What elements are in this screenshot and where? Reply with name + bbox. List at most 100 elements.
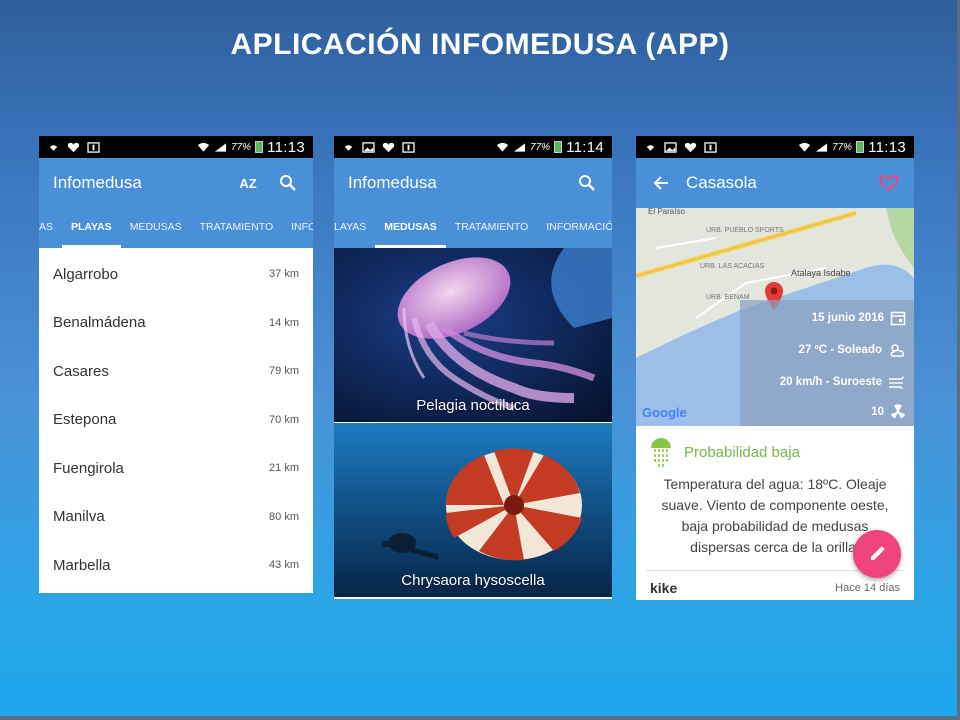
tab-playas[interactable]: LAYAS bbox=[334, 208, 375, 248]
wind-row: 20 km/h - Suroeste bbox=[780, 374, 906, 390]
probability-header: Probabilidad baja bbox=[636, 426, 914, 470]
battery-percent: 77% bbox=[832, 141, 853, 153]
beach-distance: 43 km bbox=[269, 559, 299, 572]
image-icon bbox=[362, 141, 375, 153]
weather-row: 27 ºC - Soleado bbox=[799, 342, 906, 358]
beach-distance: 21 km bbox=[269, 462, 299, 475]
beach-name: Estepona bbox=[53, 411, 117, 429]
beach-name: Casares bbox=[53, 362, 109, 380]
google-logo: Google bbox=[642, 405, 687, 420]
map-label: URB. LAS ACACIAS bbox=[700, 263, 765, 270]
jellyfish-name: Chrysaora hysoscella bbox=[401, 572, 545, 589]
status-bar: 77% 11:13 bbox=[636, 136, 914, 158]
tab-bar: LAYAS MEDUSAS TRATAMIENTO INFORMACIÓN bbox=[334, 208, 612, 248]
status-time: 11:14 bbox=[566, 138, 604, 156]
heart-icon bbox=[684, 142, 697, 152]
tab-tratamiento[interactable]: TRATAMIENTO bbox=[446, 208, 538, 248]
comment-time: Hace 14 días bbox=[835, 582, 900, 594]
beach-distance: 70 km bbox=[269, 413, 299, 426]
beach-title: Casasola bbox=[686, 173, 757, 192]
signal-icon bbox=[214, 142, 227, 152]
signal-icon bbox=[513, 142, 526, 152]
tab-bar: AS PLAYAS MEDUSAS TRATAMIENTO INFORMA bbox=[39, 208, 313, 248]
phone-screen-jellyfish: 77% 11:14 Infomedusa LAYAS MEDUSAS TRATA… bbox=[334, 136, 612, 599]
heart-icon bbox=[67, 142, 80, 152]
slide-title: APLICACIÓN INFOMEDUSA (APP) bbox=[230, 28, 730, 61]
radiation-icon bbox=[891, 404, 905, 419]
battery-icon bbox=[255, 141, 264, 153]
pencil-icon bbox=[871, 546, 885, 560]
beach-distance: 14 km bbox=[269, 316, 299, 329]
comment-user: kike bbox=[650, 580, 678, 596]
wifi-icon bbox=[798, 142, 811, 152]
uv-text: 10 bbox=[871, 406, 884, 418]
list-item[interactable]: Estepona 70 km bbox=[39, 396, 313, 445]
date-text: 15 junio 2016 bbox=[811, 312, 884, 324]
tab-medusas[interactable]: MEDUSAS bbox=[375, 208, 446, 248]
heart-icon bbox=[382, 142, 395, 152]
tab-medusas[interactable]: MEDUSAS bbox=[121, 208, 191, 248]
status-time: 11:13 bbox=[267, 138, 305, 156]
beach-distance: 37 km bbox=[269, 268, 299, 281]
partly-sunny-icon bbox=[890, 344, 904, 357]
tab-informacion[interactable]: INFORMACIÓN bbox=[537, 208, 612, 248]
notification-icon bbox=[704, 141, 717, 153]
beach-list: Algarrobo 37 km Benalmádena 14 km Casares 7… bbox=[39, 248, 313, 590]
beach-distance: 80 km bbox=[269, 510, 299, 523]
wind-text: 20 km/h - Suroeste bbox=[779, 376, 882, 388]
tab-tratamiento[interactable]: TRATAMIENTO bbox=[191, 208, 283, 248]
beach-distance: 79 km bbox=[269, 365, 299, 378]
notification-icon bbox=[402, 141, 415, 153]
jellyfish-card[interactable]: Pelagia noctiluca bbox=[334, 248, 612, 423]
wifi-icon bbox=[496, 142, 509, 152]
battery-percent: 77% bbox=[530, 141, 551, 153]
app-title: Infomedusa bbox=[53, 173, 142, 192]
status-bar: 77% 11:13 bbox=[39, 136, 313, 158]
map-label: URB. PUEBLO SPORTS bbox=[706, 227, 784, 234]
tab-informacion[interactable]: INFORMA bbox=[282, 208, 313, 248]
beach-name: Fuengirola bbox=[53, 459, 124, 477]
search-icon[interactable] bbox=[576, 172, 598, 194]
list-item[interactable]: Benalmádena 14 km bbox=[39, 299, 313, 348]
date-row: 15 junio 2016 bbox=[812, 310, 906, 326]
beach-name: Algarrobo bbox=[53, 265, 119, 283]
app-title: Infomedusa bbox=[348, 173, 437, 192]
phone-screen-beach-detail: 77% 11:13 Casasola El Paraíso URB. PUEBL… bbox=[636, 136, 914, 600]
tab-playas[interactable]: PLAYAS bbox=[62, 208, 121, 248]
list-item[interactable]: Fuengirola 21 km bbox=[39, 444, 313, 493]
wifi-hotspot-icon bbox=[646, 144, 655, 151]
app-bar: Casasola bbox=[636, 158, 914, 208]
jellyfish-card[interactable]: Chrysaora hysoscella bbox=[334, 423, 612, 598]
app-bar: Infomedusa AZ bbox=[39, 158, 313, 208]
beach-name: Manilva bbox=[53, 508, 105, 526]
signal-icon bbox=[815, 142, 828, 152]
status-bar: 77% 11:14 bbox=[334, 136, 612, 158]
edit-fab-button[interactable] bbox=[853, 530, 901, 578]
sort-az-icon[interactable]: AZ bbox=[237, 172, 259, 194]
list-item[interactable]: Casares 79 km bbox=[39, 347, 313, 396]
list-item[interactable]: Manilva 80 km bbox=[39, 493, 313, 542]
battery-icon bbox=[554, 141, 563, 153]
notification-icon bbox=[87, 141, 100, 153]
wifi-hotspot-icon bbox=[49, 144, 58, 151]
map-label: Atalaya Isdabe bbox=[791, 268, 851, 278]
wifi-hotspot-icon bbox=[344, 144, 353, 151]
list-item[interactable]: Algarrobo 37 km bbox=[39, 250, 313, 299]
image-icon bbox=[664, 141, 677, 153]
jellyfish-name: Pelagia noctiluca bbox=[416, 397, 530, 414]
tab-partial-left[interactable]: AS bbox=[39, 208, 62, 248]
back-arrow-icon[interactable] bbox=[650, 172, 672, 194]
battery-icon bbox=[856, 141, 865, 153]
map-view[interactable]: El Paraíso URB. PUEBLO SPORTS URB. LAS A… bbox=[636, 208, 914, 426]
conditions-overlay: 15 junio 2016 27 ºC - Soleado 20 km/h - … bbox=[740, 300, 914, 426]
status-time: 11:13 bbox=[868, 138, 906, 156]
search-icon[interactable] bbox=[277, 172, 299, 194]
calendar-icon bbox=[890, 311, 906, 326]
weather-text: 27 ºC - Soleado bbox=[798, 344, 882, 356]
wind-icon bbox=[889, 376, 904, 390]
app-bar: Infomedusa bbox=[334, 158, 612, 208]
battery-percent: 77% bbox=[231, 141, 252, 153]
list-item[interactable]: Marbella 43 km bbox=[39, 541, 313, 590]
phone-screen-beaches: 77% 11:13 Infomedusa AZ AS PLAYAS MEDUSA… bbox=[39, 136, 313, 593]
favorite-heart-icon[interactable] bbox=[878, 172, 900, 194]
